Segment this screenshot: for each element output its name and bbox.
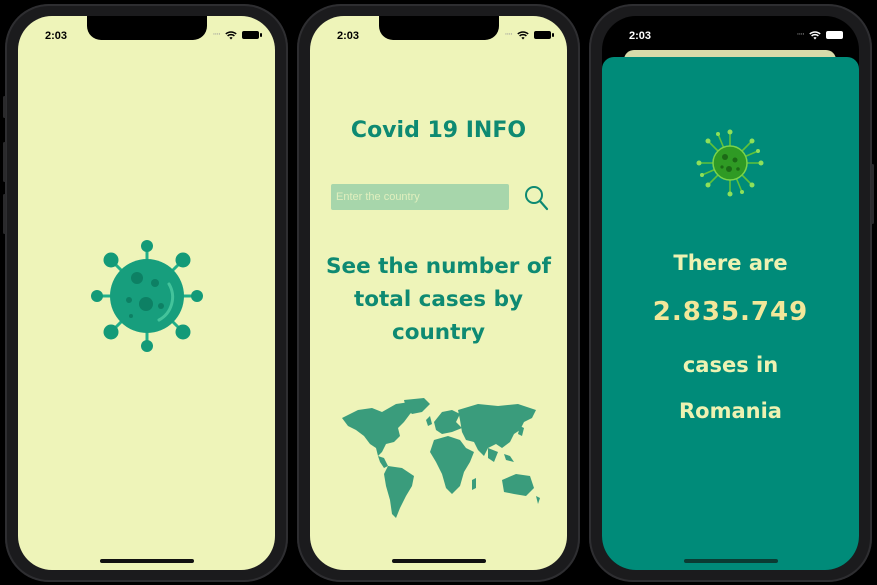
side-button (871, 164, 874, 224)
status-time: 2:03 (45, 30, 68, 42)
battery-icon (534, 31, 554, 39)
phone-search: 2:03 ···· Covid 19 INFO See the number o… (297, 4, 580, 582)
search-screen: 2:03 ···· Covid 19 INFO See the number o… (310, 16, 567, 570)
result-cases-in-text: cases in (682, 353, 779, 377)
home-indicator[interactable] (99, 559, 194, 563)
phone-splash: 2:03 ···· (3, 4, 288, 582)
status-time: 2:03 (337, 30, 360, 42)
wifi-icon (225, 30, 237, 39)
notch (378, 16, 499, 40)
battery-icon (826, 31, 846, 39)
signal-icon: ···· (504, 30, 514, 40)
battery-icon (242, 31, 262, 39)
result-intro-text: There are (673, 251, 788, 275)
virus-icon (696, 129, 764, 197)
home-indicator[interactable] (391, 559, 486, 563)
virus-icon (91, 240, 203, 352)
status-time: 2:03 (629, 30, 652, 42)
notch (86, 16, 207, 40)
phone-result: 2:03 ···· There are 2.835.749 cases in R… (589, 4, 874, 582)
headline-text: See the number of total cases by country (326, 254, 551, 345)
search-icon[interactable] (523, 184, 549, 212)
splash-screen: 2:03 ···· (18, 16, 275, 570)
notch (670, 16, 791, 40)
wifi-icon (809, 30, 821, 39)
volume-up-button (3, 142, 6, 182)
world-map (342, 398, 540, 518)
result-screen: 2:03 ···· There are 2.835.749 cases in R… (602, 16, 859, 570)
signal-icon: ···· (212, 30, 222, 40)
volume-down-button (3, 194, 6, 234)
country-name: Romania (679, 399, 782, 423)
home-indicator[interactable] (683, 559, 778, 563)
mute-switch (3, 96, 6, 118)
signal-icon: ···· (796, 30, 806, 40)
case-count: 2.835.749 (652, 297, 809, 327)
wifi-icon (517, 30, 529, 39)
country-search-input[interactable] (331, 184, 509, 210)
page-title: Covid 19 INFO (350, 118, 527, 143)
result-sheet[interactable]: There are 2.835.749 cases in Romania (602, 57, 859, 570)
